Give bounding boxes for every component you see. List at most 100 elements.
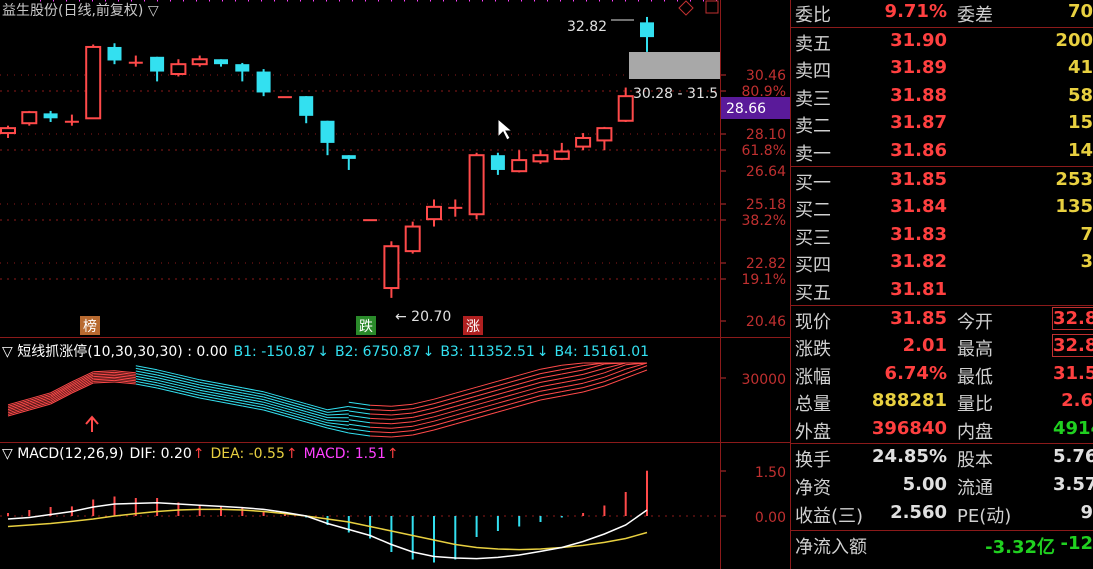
candle[interactable] bbox=[170, 59, 187, 77]
order-price: 31.85 bbox=[890, 169, 947, 190]
macd-dif: DIF: 0.20 bbox=[129, 446, 192, 462]
indicator-band-line bbox=[327, 405, 349, 411]
candle[interactable] bbox=[299, 96, 314, 124]
fundamental-label: 流通 bbox=[957, 478, 993, 499]
price-axis-tick: 25.18 bbox=[746, 197, 786, 213]
order-price: 31.86 bbox=[890, 139, 947, 161]
indicator-band-line bbox=[391, 425, 413, 429]
order-row-buy: 买一 31.85 253 bbox=[791, 168, 1093, 195]
candle[interactable] bbox=[235, 62, 250, 82]
order-row-sell: 卖五 31.90 200 bbox=[791, 29, 1093, 56]
candle-body-up bbox=[0, 127, 16, 135]
low-price-label: ← 20.70 bbox=[395, 309, 451, 325]
candle[interactable] bbox=[341, 155, 356, 170]
order-price: 31.88 bbox=[890, 84, 947, 106]
indicator-b3: B3: 11352.51 bbox=[440, 344, 535, 360]
candle[interactable] bbox=[256, 69, 271, 97]
candle[interactable] bbox=[191, 55, 208, 67]
candle[interactable] bbox=[0, 125, 16, 138]
indicator-band-line bbox=[93, 373, 115, 376]
diamond-icon[interactable] bbox=[678, 0, 694, 16]
indicator-band-line bbox=[93, 375, 115, 378]
candle[interactable] bbox=[640, 16, 654, 52]
indicator-pane[interactable]: 30000 ▽ 短线抓涨停(10,30,30,30) : 0.00 B1: -15… bbox=[0, 338, 790, 442]
quote-label: 量比 bbox=[957, 394, 993, 416]
indicator-band-line bbox=[50, 387, 73, 400]
candle[interactable] bbox=[64, 114, 79, 126]
candle[interactable] bbox=[426, 199, 442, 227]
candle[interactable] bbox=[107, 43, 122, 65]
quote-row: 总量 888281 量比 2.6 bbox=[791, 389, 1093, 416]
macd-pane[interactable]: 1.50 0.00 ▽ MACD(12,26,9) DIF: 0.20↑ DEA: -… bbox=[0, 443, 790, 569]
indicator-band-line bbox=[412, 407, 435, 414]
candle[interactable] bbox=[596, 126, 613, 151]
candle-body-down bbox=[490, 155, 505, 170]
fundamental-row: 净资 5.00 流通 3.57 bbox=[791, 473, 1093, 500]
order-label: 买五 bbox=[795, 282, 831, 304]
kline-chart[interactable]: 30.4680.9%28.1061.8%26.6425.1838.2%22.82… bbox=[0, 0, 790, 337]
kline-title[interactable]: 益生股份(日线,前复权) ▽ bbox=[2, 0, 159, 20]
candle[interactable] bbox=[575, 133, 592, 151]
indicator-name[interactable]: ▽ 短线抓涨停(10,30,30,30) : 0.00 bbox=[2, 344, 228, 360]
candle[interactable] bbox=[383, 241, 400, 298]
quote-value: 31.85 bbox=[890, 308, 947, 329]
event-marker-label: 榜 bbox=[83, 318, 97, 335]
fundamental-label: 净资 bbox=[795, 478, 831, 499]
candle[interactable] bbox=[363, 219, 378, 222]
indicator-band-line bbox=[327, 409, 349, 413]
indicator-band-line bbox=[540, 364, 562, 370]
candle[interactable] bbox=[150, 56, 165, 82]
indicator-band-line bbox=[561, 365, 584, 371]
indicator-band-line bbox=[348, 419, 371, 424]
window-box-icon[interactable] bbox=[705, 0, 719, 14]
indicator-axis-tick: 30000 bbox=[741, 372, 786, 388]
macd-name[interactable]: ▽ MACD(12,26,9) bbox=[2, 446, 124, 462]
candle[interactable] bbox=[532, 150, 549, 164]
candle[interactable] bbox=[468, 152, 485, 220]
candle-body-up bbox=[532, 154, 549, 163]
fundamental-label: 收益(三) bbox=[795, 506, 864, 527]
candle-body-up bbox=[170, 63, 187, 76]
quote-label: 最高 bbox=[957, 339, 993, 361]
candle-body-up bbox=[426, 205, 442, 221]
kline-chart-pane[interactable]: 30.46 80.9% 28.10 61.8% 26.64 25.18 38.2% 22.82… bbox=[0, 0, 790, 337]
candle[interactable] bbox=[85, 44, 102, 120]
indicator-band-line bbox=[156, 371, 179, 378]
price-axis-tick: 19.1% bbox=[742, 272, 786, 288]
price-axis-tick: 22.82 bbox=[746, 256, 786, 272]
fundamental-label: 股本 bbox=[957, 450, 993, 471]
indicator-band-line bbox=[327, 422, 349, 426]
candle[interactable] bbox=[214, 59, 228, 67]
order-row-buy: 买五 31.81 bbox=[791, 278, 1093, 305]
buy-signal-arrow-icon bbox=[85, 415, 99, 432]
candle[interactable] bbox=[448, 199, 463, 217]
fundamental-row: 换手 24.85% 股本 5.76 bbox=[791, 445, 1093, 472]
candle[interactable] bbox=[404, 221, 421, 254]
divider bbox=[791, 27, 1093, 28]
indicator-band-line bbox=[391, 430, 413, 434]
candle[interactable] bbox=[277, 96, 292, 99]
candle[interactable] bbox=[617, 87, 634, 122]
quote-value: 49144 bbox=[1053, 417, 1093, 439]
indicator-band-line bbox=[604, 377, 626, 387]
candle[interactable] bbox=[128, 55, 143, 67]
indicator-band-line bbox=[561, 387, 584, 393]
indicator-band-line bbox=[156, 377, 179, 384]
candle[interactable] bbox=[553, 142, 570, 161]
dif-line bbox=[7, 502, 648, 560]
price-axis-tick: 61.8% bbox=[742, 143, 786, 159]
candle-body-up bbox=[404, 225, 421, 253]
quote-value: 6.74% bbox=[884, 362, 947, 384]
macd-dea: DEA: -0.55 bbox=[210, 446, 285, 462]
candle[interactable] bbox=[21, 110, 38, 126]
candle[interactable] bbox=[511, 150, 528, 173]
quote-label: 外盘 bbox=[795, 421, 831, 443]
candle[interactable] bbox=[490, 152, 505, 175]
net-inflow-value-2: -12 bbox=[1060, 533, 1093, 554]
indicator-band-line bbox=[178, 387, 200, 394]
divider bbox=[791, 530, 1093, 531]
candle-body-up bbox=[277, 96, 292, 99]
quote-row: 现价 31.85 今开 32.8 bbox=[791, 307, 1093, 334]
indicator-band-line bbox=[391, 408, 413, 412]
candle[interactable] bbox=[43, 110, 58, 122]
